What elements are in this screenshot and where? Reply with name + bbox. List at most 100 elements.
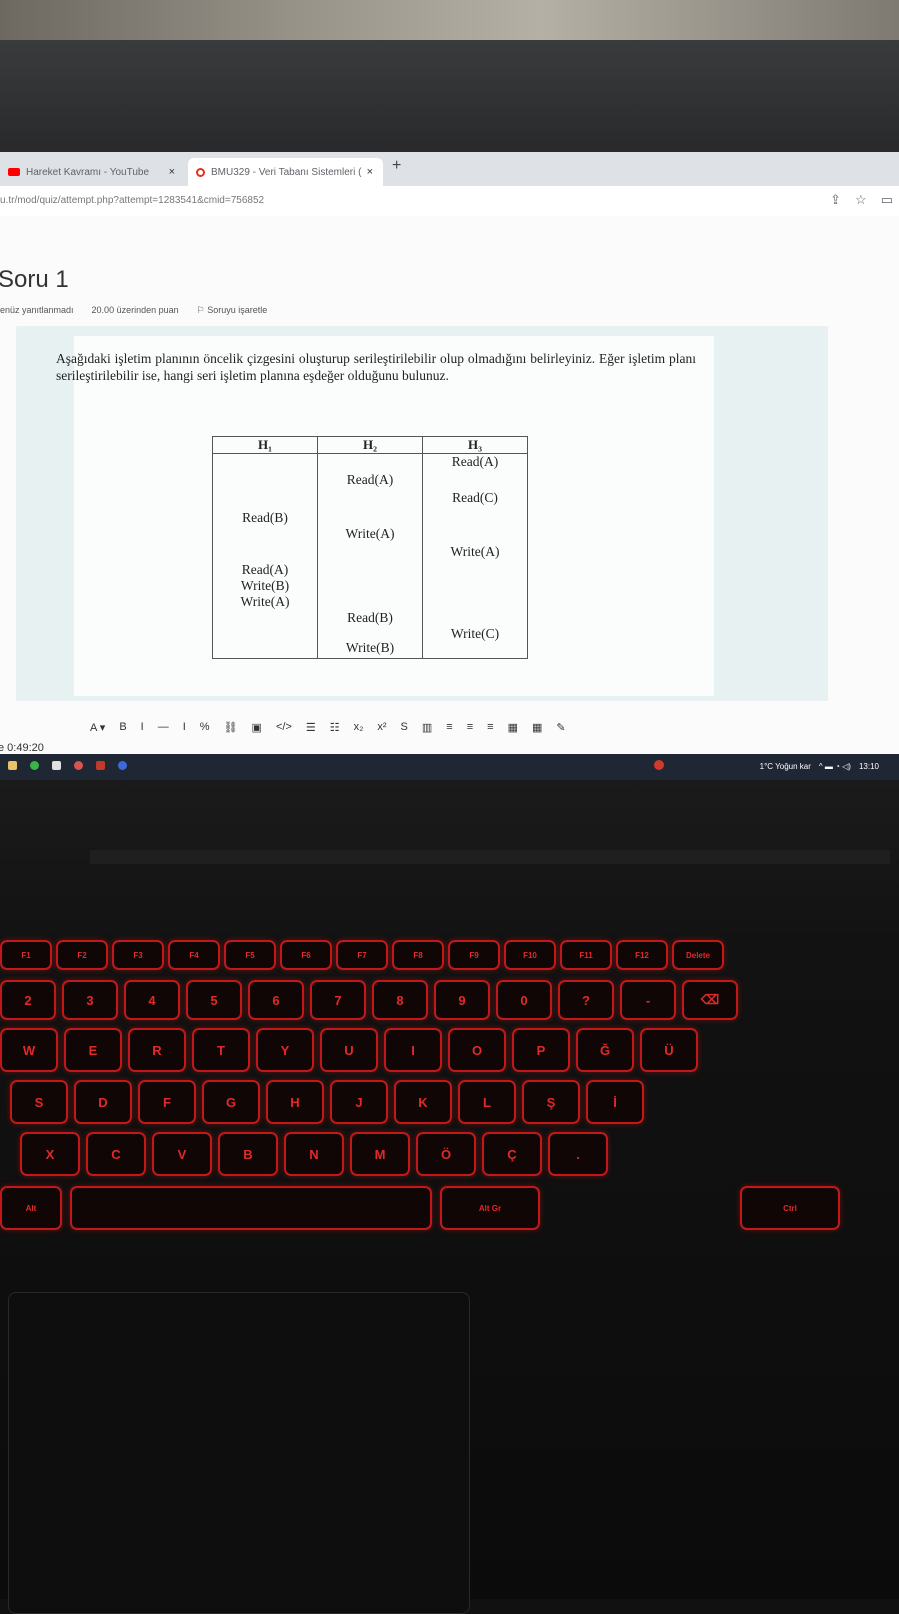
close-icon[interactable]: × bbox=[367, 166, 373, 178]
key[interactable]: T bbox=[192, 1028, 250, 1072]
editor-button[interactable]: ▥ bbox=[422, 721, 432, 734]
key[interactable]: 0 bbox=[496, 980, 552, 1020]
key[interactable]: Delete bbox=[672, 940, 724, 970]
key[interactable]: Alt bbox=[0, 1186, 62, 1230]
editor-button[interactable]: S bbox=[401, 721, 408, 733]
key[interactable]: U bbox=[320, 1028, 378, 1072]
key[interactable]: Ç bbox=[482, 1132, 542, 1176]
editor-button[interactable]: % bbox=[200, 721, 210, 733]
key[interactable]: F8 bbox=[392, 940, 444, 970]
editor-button[interactable]: </> bbox=[276, 721, 292, 733]
key[interactable]: W bbox=[0, 1028, 58, 1072]
space-key[interactable] bbox=[70, 1186, 432, 1230]
key[interactable]: J bbox=[330, 1080, 388, 1124]
share-icon[interactable]: ⇪ bbox=[830, 192, 841, 208]
key[interactable]: ? bbox=[558, 980, 614, 1020]
key[interactable]: F3 bbox=[112, 940, 164, 970]
key[interactable]: G bbox=[202, 1080, 260, 1124]
address-bar[interactable]: u.tr/mod/quiz/attempt.php?attempt=128354… bbox=[0, 186, 899, 217]
key[interactable]: R bbox=[128, 1028, 186, 1072]
file-explorer-icon[interactable] bbox=[8, 761, 17, 770]
editor-button[interactable]: ≡ bbox=[467, 721, 473, 733]
key[interactable]: ⌫ bbox=[682, 980, 738, 1020]
key[interactable]: 2 bbox=[0, 980, 56, 1020]
key[interactable]: F12 bbox=[616, 940, 668, 970]
key[interactable]: Y bbox=[256, 1028, 314, 1072]
key[interactable]: V bbox=[152, 1132, 212, 1176]
key[interactable]: P bbox=[512, 1028, 570, 1072]
key[interactable]: K bbox=[394, 1080, 452, 1124]
key[interactable]: F11 bbox=[560, 940, 612, 970]
editor-button[interactable]: I bbox=[141, 721, 144, 733]
extension-icon[interactable]: ▭ bbox=[881, 192, 893, 208]
key[interactable]: B bbox=[218, 1132, 278, 1176]
key[interactable]: F5 bbox=[224, 940, 276, 970]
editor-button[interactable]: B bbox=[119, 721, 126, 733]
editor-button[interactable]: ☷ bbox=[330, 721, 340, 734]
tray-icons[interactable]: ^ ▬ ◔ ◁) bbox=[819, 762, 851, 771]
key[interactable]: F7 bbox=[336, 940, 388, 970]
key[interactable]: 3 bbox=[62, 980, 118, 1020]
flag-question-link[interactable]: ⚐ Soruyu işaretle bbox=[197, 305, 268, 316]
editor-button[interactable]: x₂ bbox=[354, 721, 364, 733]
editor-button[interactable]: ▦ bbox=[532, 721, 542, 734]
editor-button[interactable]: ☰ bbox=[306, 721, 316, 734]
new-tab-button[interactable]: + bbox=[392, 157, 401, 175]
editor-button[interactable]: ⛓ bbox=[224, 721, 238, 734]
opera-icon[interactable] bbox=[74, 761, 83, 770]
key[interactable]: F9 bbox=[448, 940, 500, 970]
app-icon-2[interactable] bbox=[118, 761, 127, 770]
url-text[interactable]: u.tr/mod/quiz/attempt.php?attempt=128354… bbox=[0, 195, 264, 206]
weather-widget[interactable]: 1°C Yoğun kar bbox=[760, 762, 811, 771]
key[interactable]: 8 bbox=[372, 980, 428, 1020]
key[interactable]: Ctrl bbox=[740, 1186, 840, 1230]
key[interactable]: L bbox=[458, 1080, 516, 1124]
editor-button[interactable]: x² bbox=[377, 721, 386, 733]
key[interactable]: 9 bbox=[434, 980, 490, 1020]
key[interactable]: İ bbox=[586, 1080, 644, 1124]
key[interactable]: Ğ bbox=[576, 1028, 634, 1072]
key[interactable]: Ş bbox=[522, 1080, 580, 1124]
key[interactable]: F1 bbox=[0, 940, 52, 970]
tab-youtube[interactable]: Hareket Kavramı - YouTube × bbox=[0, 158, 185, 186]
key[interactable]: 5 bbox=[186, 980, 242, 1020]
key[interactable]: N bbox=[284, 1132, 344, 1176]
key[interactable]: Ö bbox=[416, 1132, 476, 1176]
editor-button[interactable]: ▣ bbox=[252, 721, 262, 734]
touchpad[interactable] bbox=[8, 1292, 470, 1614]
app-icon[interactable] bbox=[52, 761, 61, 770]
key[interactable]: I bbox=[384, 1028, 442, 1072]
key[interactable]: M bbox=[350, 1132, 410, 1176]
key[interactable]: 6 bbox=[248, 980, 304, 1020]
clock[interactable]: 13:10 bbox=[859, 762, 879, 771]
editor-button[interactable]: ✎ bbox=[556, 721, 565, 734]
pdf-icon[interactable] bbox=[96, 761, 105, 770]
editor-button[interactable]: — bbox=[158, 721, 169, 733]
tab-moodle[interactable]: BMU329 - Veri Tabanı Sistemleri ( × bbox=[188, 158, 383, 186]
key[interactable]: S bbox=[10, 1080, 68, 1124]
editor-button[interactable]: ≡ bbox=[487, 721, 493, 733]
key[interactable]: O bbox=[448, 1028, 506, 1072]
key[interactable]: . bbox=[548, 1132, 608, 1176]
key[interactable]: F6 bbox=[280, 940, 332, 970]
notification-icon[interactable] bbox=[654, 760, 664, 770]
key[interactable]: Ü bbox=[640, 1028, 698, 1072]
close-icon[interactable]: × bbox=[169, 166, 175, 178]
star-icon[interactable]: ☆ bbox=[855, 192, 867, 208]
editor-button[interactable]: A ▾ bbox=[90, 721, 105, 734]
editor-button[interactable]: ≡ bbox=[446, 721, 452, 733]
key[interactable]: F2 bbox=[56, 940, 108, 970]
key[interactable]: - bbox=[620, 980, 676, 1020]
chrome-icon[interactable] bbox=[30, 761, 39, 770]
editor-button[interactable]: I bbox=[183, 721, 186, 733]
editor-button[interactable]: ▦ bbox=[508, 721, 518, 734]
key[interactable]: X bbox=[20, 1132, 80, 1176]
key[interactable]: F bbox=[138, 1080, 196, 1124]
key[interactable]: F4 bbox=[168, 940, 220, 970]
key[interactable]: D bbox=[74, 1080, 132, 1124]
key[interactable]: E bbox=[64, 1028, 122, 1072]
key[interactable]: H bbox=[266, 1080, 324, 1124]
key[interactable]: 7 bbox=[310, 980, 366, 1020]
key[interactable]: F10 bbox=[504, 940, 556, 970]
key[interactable]: C bbox=[86, 1132, 146, 1176]
